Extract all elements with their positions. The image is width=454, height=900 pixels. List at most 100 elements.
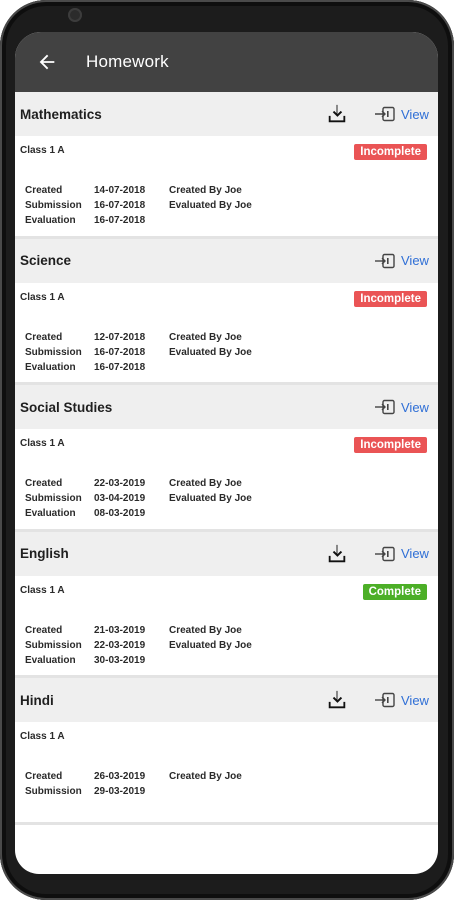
created-row: Created 22-03-2019 Created By Joe [25,478,345,492]
class-label: Class 1 A [20,584,65,596]
submission-date: 16-07-2018 [94,200,146,211]
evaluation-label: Evaluation [25,654,76,666]
created-label: Created [25,771,63,782]
submission-row: Submission 22-03-2019 Evaluated By Joe [25,640,345,654]
phone-frame: Homework Mathematics View Class 1 A Inco… [0,0,454,900]
card-header: Science View [15,238,438,283]
evaluation-date: 08-03-2019 [94,508,146,519]
arrow-left-icon [39,54,55,70]
created-by-text: Created By Joe [169,771,242,782]
homework-card: Social Studies View Class 1 A Incomplete… [15,385,438,532]
class-label: Class 1 A [20,438,65,449]
evaluation-row: Evaluation 16-07-2018 [25,362,345,376]
created-label: Created [25,624,63,636]
created-date: 14-07-2018 [94,185,146,196]
submission-date: 03-04-2019 [94,493,146,504]
subject-title: Science [20,253,72,268]
created-label: Created [25,331,63,343]
card-header: English View [15,531,438,576]
download-icon [328,104,346,123]
card-body: Class 1 A Complete Created 21-03-2019 Cr… [15,576,438,675]
open-view-icon [375,692,395,708]
subject-title: Hindi [20,692,54,708]
submission-date: 16-07-2018 [94,346,146,358]
app-screen: Homework Mathematics View Class 1 A Inco… [15,32,438,874]
homework-card: Hindi View Class 1 A Created 26-03-2019 … [15,678,438,825]
download-icon [328,690,346,709]
subject-title: English [20,546,69,561]
status-badge: Complete [362,583,427,600]
created-by-text: Created By Joe [169,478,242,489]
open-view-icon [375,253,395,268]
download-icon [328,544,346,562]
created-date: 12-07-2018 [94,331,146,343]
subject-title: Social Studies [20,399,113,415]
submission-label: Submission [25,493,82,504]
homework-card: English View Class 1 A Complete Created … [15,531,438,678]
submission-row: Submission 29-03-2019 [25,786,345,800]
card-header: Mathematics View [15,92,438,136]
submission-date: 29-03-2019 [94,786,146,797]
class-label: Class 1 A [20,731,65,742]
view-button[interactable]: View [374,691,429,709]
view-label: View [401,692,429,708]
download-button[interactable] [326,543,348,565]
submission-label: Submission [25,639,82,651]
created-by-text: Created By Joe [169,185,242,196]
view-label: View [401,253,429,268]
view-label: View [401,546,429,561]
card-body: Class 1 A Incomplete Created 22-03-2019 … [15,429,438,528]
created-date: 26-03-2019 [94,771,146,782]
submission-row: Submission 16-07-2018 Evaluated By Joe [25,200,345,214]
submission-label: Submission [25,200,82,211]
created-row: Created 21-03-2019 Created By Joe [25,625,345,639]
submission-date: 22-03-2019 [94,639,146,651]
view-button[interactable]: View [374,398,429,416]
open-view-icon [375,399,395,415]
view-button[interactable]: View [374,105,429,123]
camera-icon [68,8,82,22]
open-view-icon [375,546,395,561]
evaluation-label: Evaluation [25,508,76,519]
created-row: Created 12-07-2018 Created By Joe [25,332,345,346]
class-label: Class 1 A [20,291,65,303]
view-button[interactable]: View [374,252,429,270]
created-by-text: Created By Joe [169,624,242,636]
view-label: View [401,399,429,415]
app-bar: Homework [15,32,438,92]
card-header: Hindi View [15,678,438,722]
created-date: 21-03-2019 [94,624,146,636]
created-label: Created [25,185,63,196]
card-body: Class 1 A Incomplete Created 12-07-2018 … [15,283,438,382]
download-button[interactable] [326,689,348,711]
evaluation-row: Evaluation 30-03-2019 [25,655,345,669]
open-view-icon [375,106,395,122]
status-badge: Incomplete [354,144,427,160]
view-button[interactable]: View [374,545,429,563]
status-badge: Incomplete [354,437,427,453]
created-date: 22-03-2019 [94,478,146,489]
card-body: Class 1 A Created 26-03-2019 Created By … [15,722,438,821]
card-header: Social Studies View [15,385,438,429]
page-title: Homework [86,52,169,71]
status-badge: Incomplete [354,290,427,307]
evaluated-by-text: Evaluated By Joe [169,493,252,504]
submission-row: Submission 16-07-2018 Evaluated By Joe [25,347,345,361]
evaluation-label: Evaluation [25,215,76,226]
download-button[interactable] [326,103,348,125]
card-body: Class 1 A Incomplete Created 14-07-2018 … [15,136,438,235]
homework-card: Science View Class 1 A Incomplete Create… [15,238,438,385]
evaluation-row: Evaluation 16-07-2018 [25,215,345,229]
homework-card: Mathematics View Class 1 A Incomplete Cr… [15,92,438,239]
created-by-text: Created By Joe [169,331,242,343]
evaluated-by-text: Evaluated By Joe [169,200,252,211]
submission-row: Submission 03-04-2019 Evaluated By Joe [25,493,345,507]
view-label: View [401,106,429,122]
evaluated-by-text: Evaluated By Joe [169,346,252,358]
evaluation-label: Evaluation [25,361,76,373]
subject-title: Mathematics [20,106,102,122]
back-button[interactable] [17,32,77,92]
evaluated-by-text: Evaluated By Joe [169,639,252,651]
submission-label: Submission [25,786,82,797]
homework-list: Mathematics View Class 1 A Incomplete Cr… [15,92,438,825]
